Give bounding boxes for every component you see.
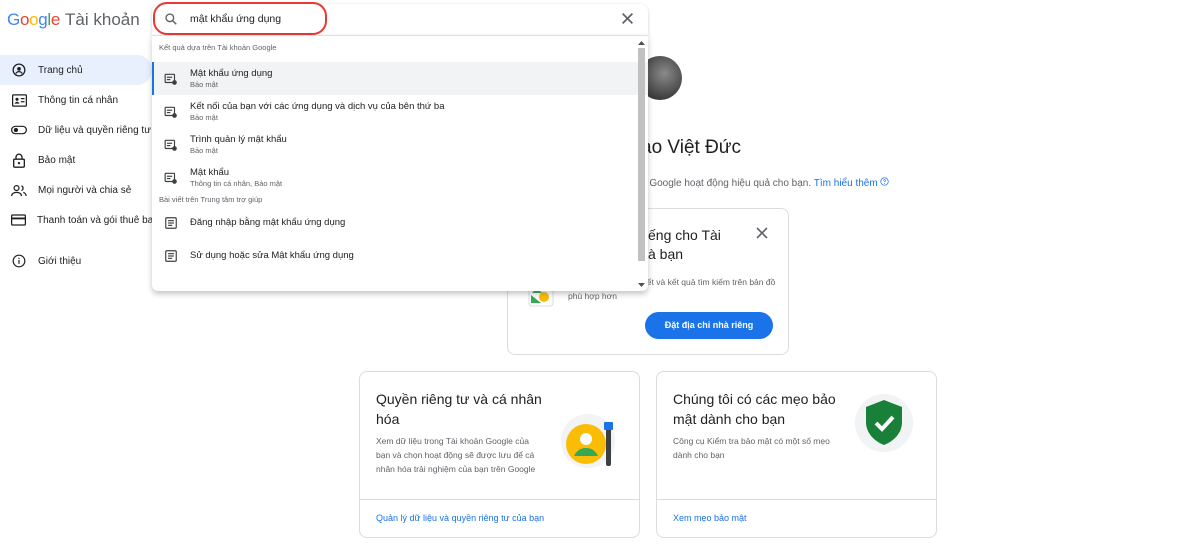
search-input[interactable]: mật khẩu ứng dụng	[190, 13, 281, 25]
intro-text: ế Google hoạt động hiệu quả cho bạn. Tìm…	[641, 177, 890, 189]
sidebar-item-about[interactable]: Giới thiệu	[0, 246, 152, 276]
section-header-help: Bài viết trên Trung tâm trợ giúp	[159, 195, 263, 204]
result-title: Sử dụng hoặc sửa Mật khẩu ứng dụng	[190, 249, 354, 261]
privacy-card: Quyền riêng tư và cá nhân hóa Xem dữ liệ…	[359, 371, 640, 538]
sidebar-item-label: Giới thiệu	[38, 255, 82, 267]
sidebar-item-security[interactable]: Bảo mật	[0, 145, 152, 175]
settings-result-icon	[164, 172, 177, 184]
card-divider	[360, 499, 639, 500]
set-home-address-button[interactable]: Đặt địa chỉ nhà riêng	[645, 312, 773, 339]
clear-search-icon[interactable]	[621, 12, 634, 30]
search-bar[interactable]: mật khẩu ứng dụng	[152, 4, 648, 35]
card-description: Công cụ Kiểm tra bảo mật có một số mẹo d…	[673, 436, 830, 460]
learn-more-link[interactable]: Tìm hiểu thêm	[813, 177, 890, 189]
scroll-down-arrow-icon[interactable]	[637, 282, 646, 288]
result-category: Bảo mật	[190, 145, 218, 155]
shield-check-icon	[855, 394, 913, 452]
sidebar-item-home[interactable]: Trang chủ	[0, 55, 152, 85]
lock-icon	[11, 152, 27, 168]
settings-result-icon	[164, 139, 177, 151]
sidebar-nav: Trang chủ Thông tin cá nhân Dữ liệu và q…	[0, 55, 154, 276]
toggle-icon	[11, 122, 27, 138]
sidebar-item-label: Thanh toán và gói thuê ba	[37, 214, 154, 226]
sidebar-item-personal-info[interactable]: Thông tin cá nhân	[0, 85, 152, 115]
sidebar-item-label: Mọi người và chia sẻ	[38, 184, 132, 196]
security-tips-link[interactable]: Xem mẹo bảo mật	[673, 513, 747, 523]
security-tips-card: Chúng tôi có các mẹo bảo mật dành cho bạ…	[656, 371, 937, 538]
scrollbar-thumb[interactable]	[638, 48, 645, 261]
result-title: Kết nối của bạn với các ứng dụng và dịch…	[190, 100, 445, 112]
search-result[interactable]: Mật khẩu Thông tin cá nhân, Bảo mật	[152, 161, 648, 194]
article-icon	[165, 249, 177, 262]
result-category: Bảo mật	[190, 112, 218, 122]
result-category: Bảo mật	[190, 79, 218, 89]
google-account-logo[interactable]: Google Tài khoản	[7, 10, 140, 30]
card-title: Chúng tôi có các mẹo bảo mật dành cho bạ…	[673, 391, 836, 427]
card-description: Xem dữ liệu trong Tài khoản Google của b…	[376, 436, 536, 474]
product-name: Tài khoản	[65, 10, 140, 29]
sidebar-item-payments[interactable]: Thanh toán và gói thuê ba	[0, 205, 154, 235]
privacy-illustration-icon	[561, 414, 615, 468]
card-title: ếng cho Tài à bạn	[648, 227, 721, 262]
article-icon	[165, 216, 177, 229]
id-card-icon	[11, 92, 27, 108]
sidebar-item-label: Bảo mật	[38, 154, 76, 166]
close-icon[interactable]	[756, 226, 768, 244]
sidebar-item-data-privacy[interactable]: Dữ liệu và quyền riêng tư	[0, 115, 152, 145]
help-result[interactable]: Sử dụng hoặc sửa Mật khẩu ứng dụng	[152, 239, 648, 272]
credit-card-icon	[11, 212, 26, 228]
search-suggestions-dropdown: Kết quả dựa trên Tài khoản Google Mật kh…	[152, 35, 648, 291]
result-title: Mật khẩu ứng dụng	[190, 67, 273, 79]
info-icon	[11, 253, 27, 269]
people-icon	[11, 182, 27, 198]
sidebar-item-label: Thông tin cá nhân	[38, 94, 119, 106]
result-title: Mật khẩu	[190, 166, 230, 178]
help-icon	[880, 177, 890, 186]
section-header-account: Kết quả dựa trên Tài khoản Google	[159, 43, 277, 52]
result-category: Thông tin cá nhân, Bảo mật	[190, 178, 283, 188]
manage-privacy-link[interactable]: Quản lý dữ liệu và quyền riêng tư của bạ…	[376, 513, 544, 523]
result-title: Trình quản lý mật khẩu	[190, 133, 287, 145]
help-result[interactable]: Đăng nhập bằng mật khẩu ứng dụng	[152, 206, 648, 239]
search-result[interactable]: Kết nối của bạn với các ứng dụng và dịch…	[152, 95, 648, 128]
search-result[interactable]: Trình quản lý mật khẩu Bảo mật	[152, 128, 648, 161]
dropdown-scrollbar[interactable]	[637, 40, 646, 288]
sidebar-item-label: Trang chủ	[38, 64, 83, 76]
learn-more-label: Tìm hiểu thêm	[813, 178, 878, 189]
settings-result-icon	[164, 106, 177, 118]
scroll-up-arrow-icon[interactable]	[637, 40, 646, 46]
greeting-heading: ảo Việt Đức	[641, 137, 742, 158]
card-divider	[657, 499, 936, 500]
sidebar-item-people-sharing[interactable]: Mọi người và chia sẻ	[0, 175, 152, 205]
intro-sentence: ế Google hoạt động hiệu quả cho bạn.	[641, 178, 812, 189]
search-result[interactable]: Mật khẩu ứng dụng Bảo mật	[152, 62, 648, 95]
search-icon[interactable]	[164, 12, 178, 31]
result-title: Đăng nhập bằng mật khẩu ứng dụng	[190, 216, 346, 228]
google-wordmark: Google	[7, 10, 61, 29]
card-title: Quyền riêng tư và cá nhân hóa	[376, 391, 542, 427]
sidebar-item-label: Dữ liệu và quyền riêng tư	[38, 124, 151, 136]
settings-result-icon	[164, 73, 177, 85]
account-circle-icon	[11, 62, 27, 78]
